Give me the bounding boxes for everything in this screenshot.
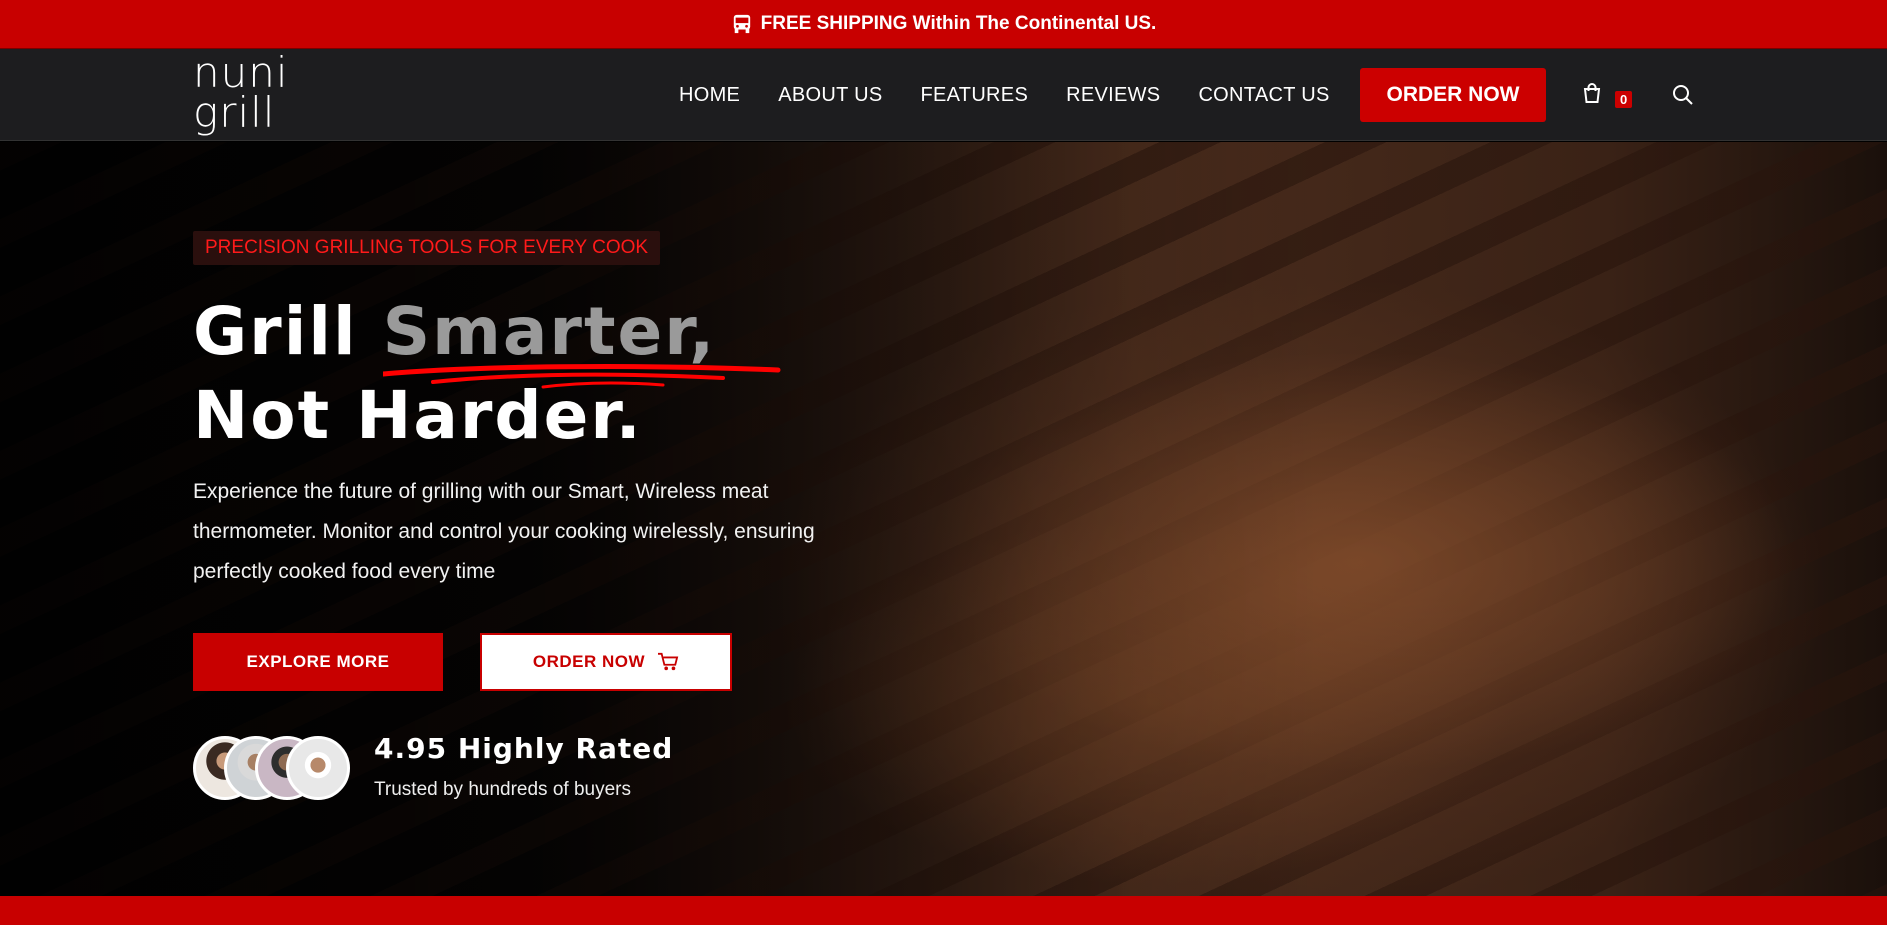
hero-content: PRECISION GRILLING TOOLS FOR EVERY COOK … [193, 142, 893, 896]
hero-tagline: PRECISION GRILLING TOOLS FOR EVERY COOK [193, 231, 661, 265]
nav-item-reviews[interactable]: REVIEWS [1066, 84, 1160, 107]
nav-item-about-us[interactable]: ABOUT US [778, 84, 882, 107]
logo-line2: grill [193, 88, 276, 137]
rating-text: 4.95 Highly Rated [374, 732, 674, 765]
shipping-text: FREE SHIPPING Within The Continental US. [760, 13, 1157, 34]
cart-icon [658, 652, 679, 671]
nav-item-contact-us[interactable]: CONTACT US [1198, 84, 1329, 107]
hero-order-label: ORDER NOW [532, 652, 646, 671]
nav-item-features[interactable]: FEATURES [920, 84, 1028, 107]
shopping-bag-icon [1583, 83, 1601, 103]
logo-line1: nuni [193, 48, 289, 97]
bottom-red-strip [0, 896, 1887, 925]
main-navbar: nuni grill HOME ABOUT US FEATURES REVIEW… [0, 49, 1887, 141]
cart-count-badge: 0 [1615, 91, 1633, 108]
title-highlight: Smarter, [382, 293, 717, 370]
trusted-text: Trusted by hundreds of buyers [374, 779, 631, 800]
nav-menu: HOME ABOUT US FEATURES REVIEWS CONTACT U… [679, 49, 1330, 141]
nav-item-home[interactable]: HOME [679, 84, 740, 107]
search-icon[interactable] [1671, 83, 1695, 107]
buyer-avatars [193, 736, 353, 802]
title-part1: Grill [193, 293, 383, 370]
shipping-banner: FREE SHIPPING Within The Continental US. [0, 0, 1887, 49]
hero-order-now-button[interactable]: ORDER NOW [480, 633, 732, 691]
hero-description: Experience the future of grilling with o… [193, 480, 815, 583]
red-underline-scribble [383, 364, 781, 389]
explore-more-button[interactable]: EXPLORE MORE [193, 633, 443, 691]
avatar [286, 736, 350, 800]
hero-section: PRECISION GRILLING TOOLS FOR EVERY COOK … [0, 142, 1887, 896]
nuni-grill-logo[interactable]: nuni grill [193, 48, 289, 139]
order-now-button[interactable]: ORDER NOW [1360, 68, 1546, 122]
cart-button[interactable]: 0 [1580, 81, 1636, 111]
bus-icon [733, 14, 750, 34]
